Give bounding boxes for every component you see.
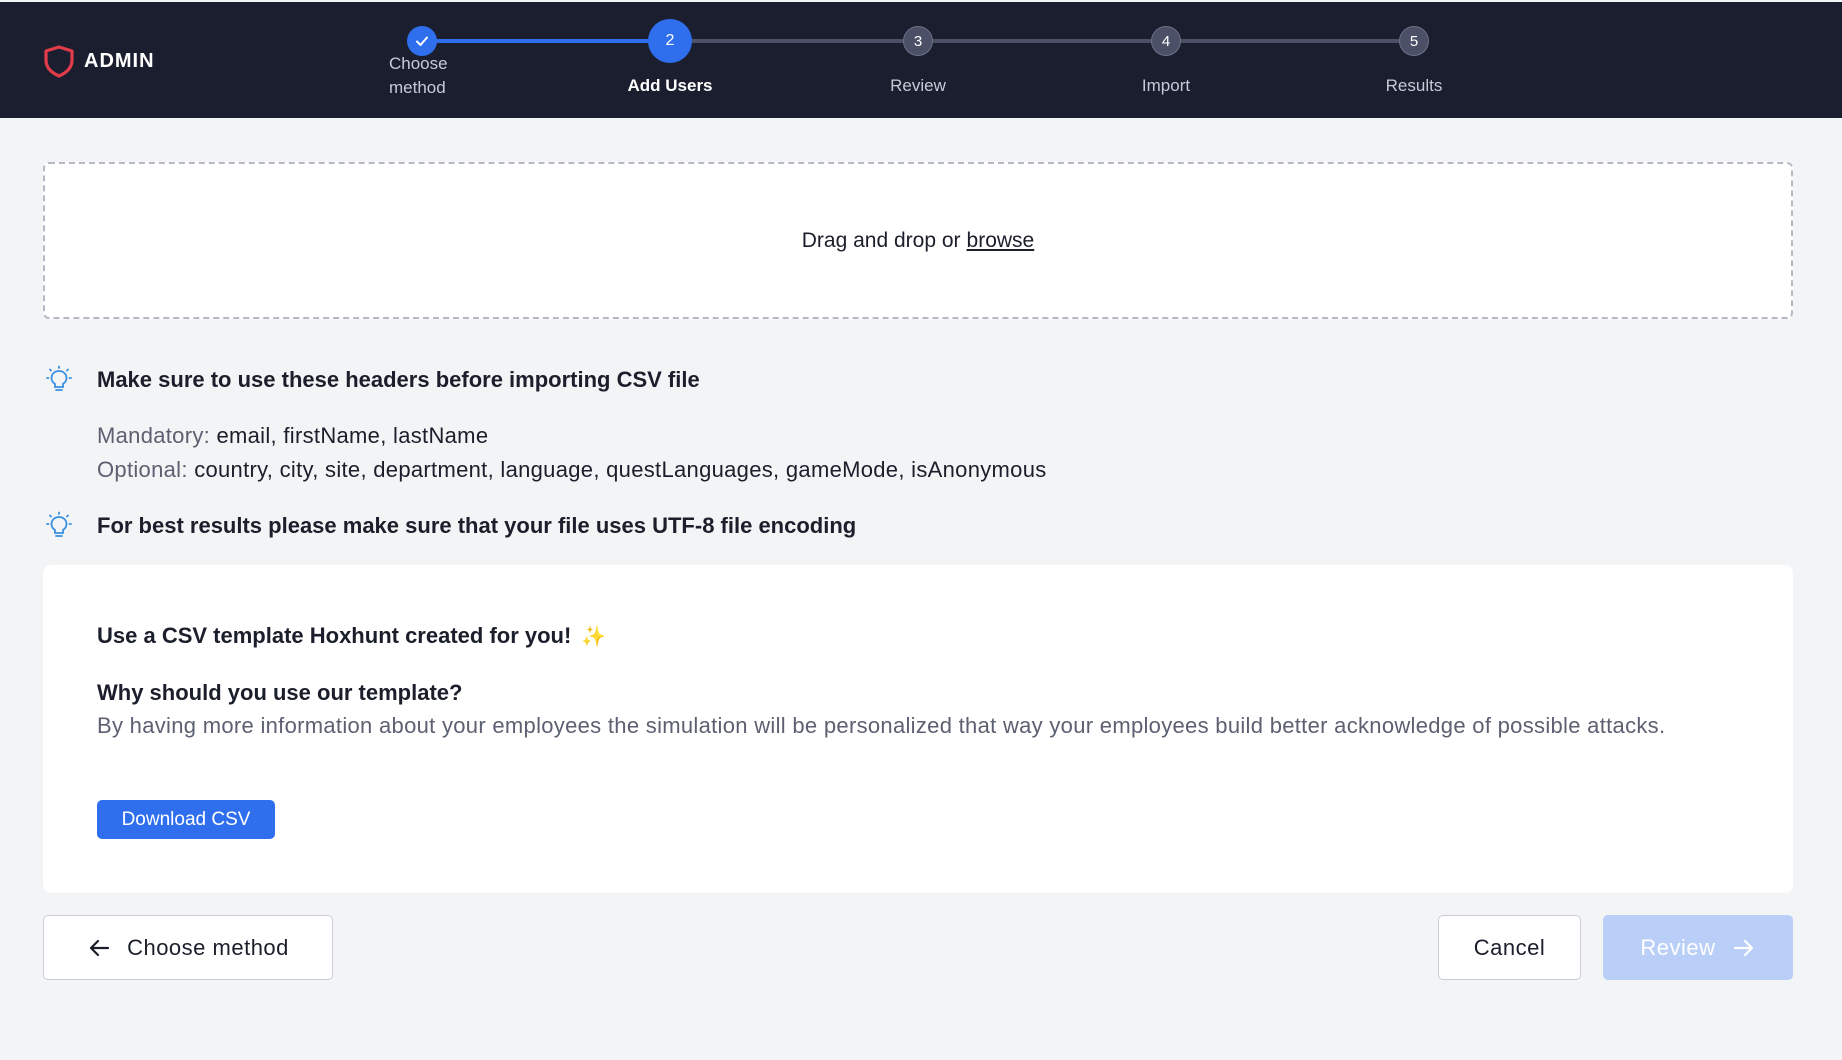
arrow-right-icon — [1733, 939, 1753, 956]
check-icon — [416, 36, 428, 46]
step-5-label: Results — [1385, 76, 1443, 95]
tip-encoding — [44, 511, 74, 541]
template-title-text: Use a CSV template Hoxhunt created for y… — [97, 623, 572, 648]
back-choose-method-button[interactable]: Choose method — [43, 915, 333, 980]
mandatory-value: email, firstName, lastName — [216, 423, 489, 448]
optional-value: country, city, site, department, languag… — [194, 457, 1047, 482]
browse-link[interactable]: browse — [967, 229, 1035, 253]
stepper: Choose method 2 Add Users 3 Review 4 Imp… — [0, 2, 1842, 118]
mandatory-label: Mandatory: — [97, 423, 211, 448]
step-1-label: Choose method — [389, 54, 448, 97]
headers-tip-title: Make sure to use these headers before im… — [97, 367, 700, 392]
why-template-text: By having more information about your em… — [97, 713, 1666, 738]
sparkle-icon: ✨ — [581, 626, 607, 648]
step-4-circle: 4 — [1151, 26, 1181, 56]
template-card-title: Use a CSV template Hoxhunt created for y… — [97, 623, 606, 649]
encoding-tip-title: For best results please make sure that y… — [97, 513, 857, 538]
review-button[interactable]: Review — [1603, 915, 1793, 980]
template-card: Use a CSV template Hoxhunt created for y… — [43, 565, 1793, 893]
arrow-left-icon — [89, 939, 110, 956]
why-template-title: Why should you use our template? — [97, 680, 463, 705]
step-4-label: Import — [1141, 76, 1191, 95]
mandatory-headers: Mandatory: email, firstName, lastName — [97, 423, 488, 449]
back-button-label: Choose method — [127, 934, 289, 960]
step-2-circle[interactable]: 2 — [648, 19, 692, 63]
file-dropzone[interactable]: Drag and drop or browse — [43, 162, 1793, 319]
step-connector-2 — [670, 39, 918, 43]
step-connector-1 — [422, 39, 670, 43]
step-5-circle: 5 — [1399, 26, 1429, 56]
review-button-label: Review — [1640, 934, 1716, 960]
cancel-button[interactable]: Cancel — [1438, 915, 1581, 980]
step-3-label: Review — [890, 76, 946, 95]
top-bar: ADMIN Choose method 2 Add Users 3 Review… — [0, 2, 1842, 118]
tip-headers — [44, 365, 74, 395]
dropzone-text: Drag and drop or — [801, 228, 961, 252]
step-connector-4 — [1166, 39, 1414, 43]
optional-headers: Optional: country, city, site, departmen… — [97, 457, 1047, 483]
optional-label: Optional: — [97, 457, 188, 482]
step-2-label: Add Users — [627, 76, 713, 95]
download-csv-button[interactable]: Download CSV — [97, 800, 275, 839]
lightbulb-icon — [46, 365, 72, 391]
lightbulb-icon — [46, 511, 72, 537]
step-connector-3 — [918, 39, 1166, 43]
step-3-circle: 3 — [903, 26, 933, 56]
